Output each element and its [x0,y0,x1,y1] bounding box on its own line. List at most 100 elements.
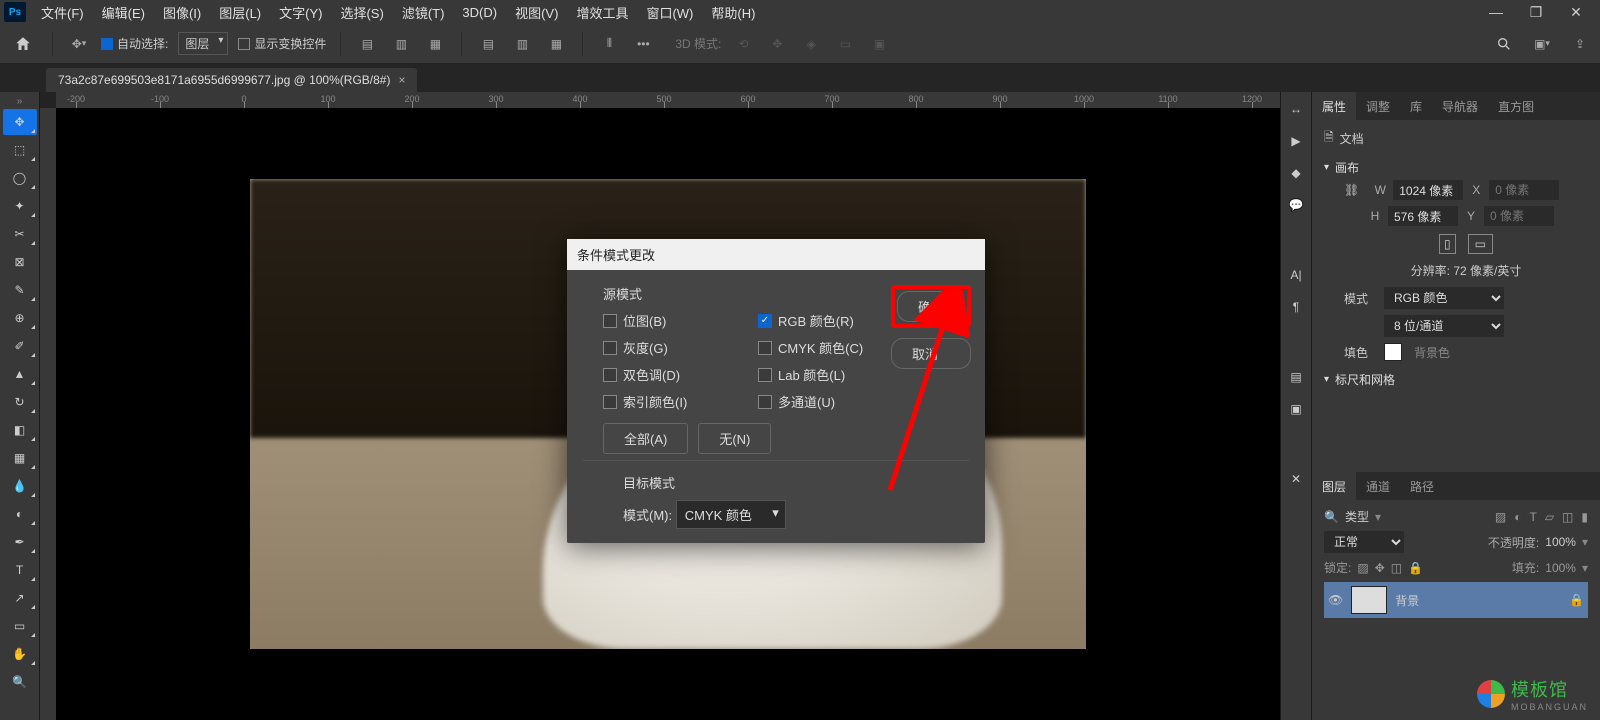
layer-filter-kind[interactable]: 类型 [1345,508,1369,525]
height-input[interactable] [1388,206,1458,226]
tab-navigator[interactable]: 导航器 [1432,92,1488,120]
y-input[interactable] [1484,206,1554,226]
libraries-icon[interactable]: ▤ [1290,370,1301,384]
lock-position-icon[interactable]: ✥ [1375,561,1385,575]
document-tab[interactable]: 73a2c87e699503e8171a6955d6999677.jpg @ 1… [46,68,417,92]
filter-image-icon[interactable]: ▨ [1495,510,1506,524]
mode-duotone-check[interactable]: 双色调(D) [603,365,738,384]
visibility-icon[interactable]: 👁 [1328,593,1343,607]
canvas-section[interactable]: 画布 [1324,155,1588,180]
filter-shape-icon[interactable]: ▱ [1545,510,1554,524]
tab-libraries[interactable]: 库 [1400,92,1432,120]
layer-row-background[interactable]: 👁 背景 🔒 [1324,582,1588,618]
more-icon[interactable]: ••• [631,32,655,56]
menu-file[interactable]: 文件(F) [32,3,93,22]
stamp-tool[interactable]: ▲ [3,361,37,387]
heal-tool[interactable]: ⊕ [3,305,37,331]
auto-select-target[interactable]: 图层 [178,32,228,55]
shape-tool[interactable]: ▭ [3,613,37,639]
pen-tool[interactable]: ✒ [3,529,37,555]
menu-filter[interactable]: 滤镜(T) [393,3,454,22]
cancel-button[interactable]: 取消 [891,338,971,369]
show-transform-check[interactable]: 显示变换控件 [238,35,326,52]
width-input[interactable] [1393,180,1463,200]
lasso-tool[interactable]: ◯ [3,165,37,191]
path-tool[interactable]: ↗ [3,585,37,611]
menu-window[interactable]: 窗口(W) [637,3,702,22]
zoom-tool[interactable]: 🔍 [3,669,37,695]
portrait-icon[interactable]: ▯ [1439,234,1456,254]
ruler-grid-section[interactable]: 标尺和网格 [1324,367,1588,392]
color-icon[interactable]: ◆ [1291,166,1300,180]
tab-channels[interactable]: 通道 [1356,472,1400,500]
wand-tool[interactable]: ✦ [3,193,37,219]
layers-dock-icon[interactable]: ▣ [1290,402,1301,416]
target-mode-select[interactable]: CMYK 颜色 [676,500,786,529]
ok-button[interactable]: 确定 [897,291,965,322]
character-icon[interactable]: A| [1290,268,1301,282]
marquee-tool[interactable]: ⬚ [3,137,37,163]
eraser-tool[interactable]: ◧ [3,417,37,443]
menu-help[interactable]: 帮助(H) [702,3,764,22]
comments-icon[interactable]: 💬 [1289,198,1304,212]
link-icon[interactable]: ⛓ [1344,183,1359,197]
maximize-button[interactable]: ❐ [1516,0,1556,24]
landscape-icon[interactable]: ▭ [1468,234,1493,254]
tab-close-icon[interactable]: × [398,73,405,87]
filter-toggle-icon[interactable]: ▮ [1581,510,1588,524]
distribute-icon[interactable]: ⦀ [597,32,621,56]
mode-cmyk-check[interactable]: CMYK 颜色(C) [758,338,893,357]
history-brush-tool[interactable]: ↻ [3,389,37,415]
opacity-value[interactable]: 100% [1545,535,1576,549]
none-button[interactable]: 无(N) [698,423,771,454]
mode-multichannel-check[interactable]: 多通道(U) [758,392,893,411]
eyedropper-tool[interactable]: ✎ [3,277,37,303]
fill2-value[interactable]: 100% [1545,561,1576,575]
mode-rgb-check[interactable]: ✓RGB 颜色(R) [758,311,893,330]
align-left-icon[interactable]: ▤ [355,32,379,56]
mode-bitmap-check[interactable]: 位图(B) [603,311,738,330]
align-bottom-icon[interactable]: ▦ [544,32,568,56]
align-hcenter-icon[interactable]: ▥ [389,32,413,56]
filter-smart-icon[interactable]: ◫ [1562,510,1573,524]
mode-select[interactable]: RGB 颜色 [1384,287,1504,309]
mode-lab-check[interactable]: Lab 颜色(L) [758,365,893,384]
lock-artboard-icon[interactable]: ◫ [1391,561,1402,575]
blur-tool[interactable]: 💧 [3,473,37,499]
tab-histogram[interactable]: 直方图 [1488,92,1544,120]
brush-tool[interactable]: ✐ [3,333,37,359]
tab-adjustments[interactable]: 调整 [1356,92,1400,120]
tools-icon[interactable]: ✕ [1291,472,1301,486]
lock-all-icon[interactable]: 🔒 [1408,561,1423,575]
menu-edit[interactable]: 编辑(E) [93,3,154,22]
hand-tool[interactable]: ✋ [3,641,37,667]
frame-tool[interactable]: ⊠ [3,249,37,275]
align-top-icon[interactable]: ▤ [476,32,500,56]
paragraph-icon[interactable]: ¶ [1293,300,1299,314]
share-icon[interactable]: ⇪ [1568,32,1592,56]
workspace-icon[interactable]: ▣▾ [1530,32,1554,56]
menu-type[interactable]: 文字(Y) [270,3,331,22]
gradient-tool[interactable]: ▦ [3,445,37,471]
menu-plugins[interactable]: 增效工具 [567,3,637,22]
actions-play-icon[interactable]: ▶ [1291,134,1300,148]
filter-type-icon[interactable]: T [1529,510,1536,524]
x-input[interactable] [1489,180,1559,200]
menu-image[interactable]: 图像(I) [154,3,210,22]
fill-swatch[interactable] [1384,343,1402,361]
move-tool[interactable]: ✥ [3,109,37,135]
filter-adjust-icon[interactable]: ◐ [1514,510,1521,524]
search-icon[interactable] [1492,32,1516,56]
type-tool[interactable]: T [3,557,37,583]
tab-layers[interactable]: 图层 [1312,472,1356,500]
lock-pixels-icon[interactable]: ▨ [1357,561,1368,575]
align-vcenter-icon[interactable]: ▥ [510,32,534,56]
home-button[interactable] [8,29,38,59]
mode-indexed-check[interactable]: 索引颜色(I) [603,392,738,411]
mode-grayscale-check[interactable]: 灰度(G) [603,338,738,357]
dodge-tool[interactable]: ◐ [3,501,37,527]
menu-view[interactable]: 视图(V) [506,3,567,22]
auto-select-check[interactable]: 自动选择: [101,35,168,52]
tab-paths[interactable]: 路径 [1400,472,1444,500]
history-icon[interactable]: ↔ [1290,102,1302,116]
